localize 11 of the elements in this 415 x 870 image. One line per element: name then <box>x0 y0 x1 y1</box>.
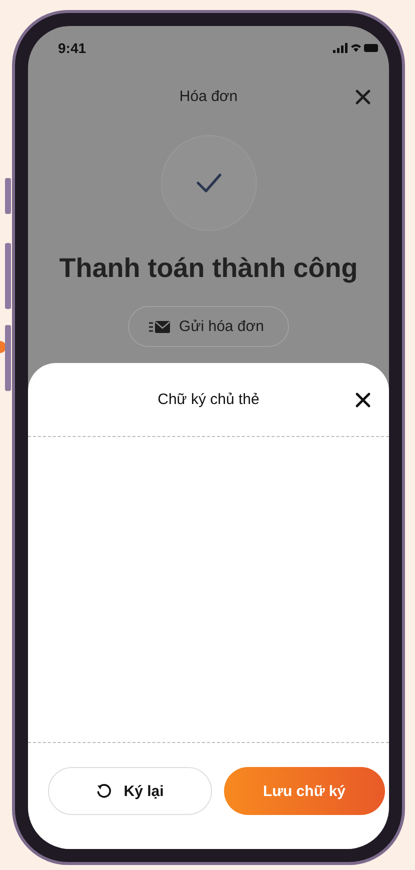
success-title: Thanh toán thành công <box>59 253 358 284</box>
status-icons <box>333 42 379 54</box>
retry-button[interactable]: Ký lại <box>48 767 212 815</box>
header-title: Hóa đơn <box>179 88 238 105</box>
refresh-icon <box>96 783 112 799</box>
save-signature-button[interactable]: Lưu chữ ký <box>224 767 385 815</box>
mail-icon <box>149 320 172 334</box>
send-invoice-button[interactable]: Gửi hóa đơn <box>128 306 289 347</box>
sheet-title: Chữ ký chủ thẻ <box>158 391 260 408</box>
close-icon[interactable] <box>355 392 371 408</box>
status-time: 9:41 <box>58 40 86 56</box>
